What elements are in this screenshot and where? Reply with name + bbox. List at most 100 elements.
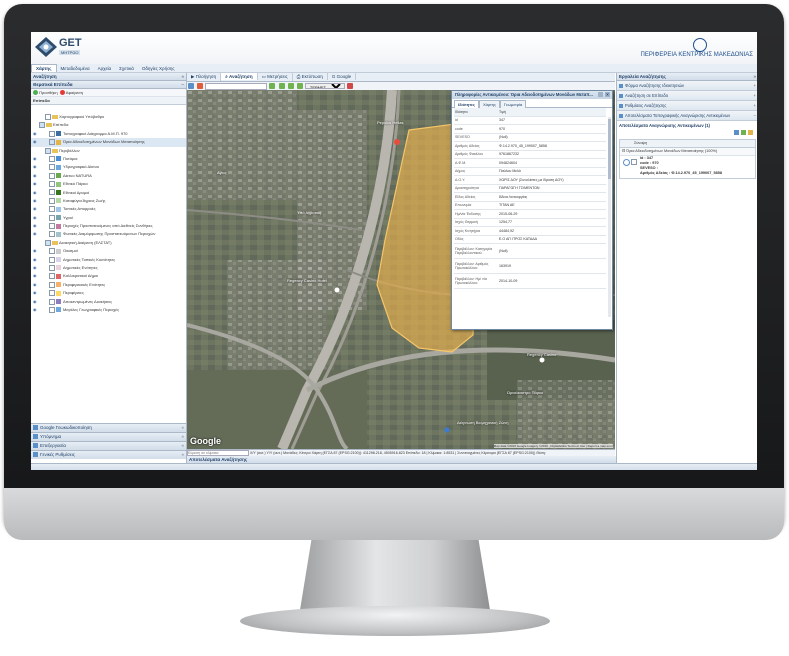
layer-checkbox[interactable]: [45, 147, 51, 154]
layer-checkbox[interactable]: [49, 264, 55, 271]
layer-checkbox[interactable]: [49, 197, 55, 204]
layer-checkbox[interactable]: [49, 181, 55, 188]
expand-icon[interactable]: «: [181, 451, 184, 459]
layer-tree-item[interactable]: Περιβάλλον: [31, 147, 186, 155]
menu-item-about[interactable]: Σχετικά: [115, 65, 138, 72]
clear-tool-icon[interactable]: [347, 83, 353, 89]
layer-tree-item[interactable]: ◉ Εθνικό Πάρκο: [31, 180, 186, 188]
map-view[interactable]: Pepsico Hellas Υπό Αγροτική Regency Casi…: [187, 90, 615, 449]
layer-tree-item[interactable]: ◉ Ποτάμια: [31, 155, 186, 163]
remove-layer-button[interactable]: Αφαίρεση: [66, 90, 83, 95]
layer-tree-item[interactable]: ◉ Περιοχές Προστατευόμενες από Διεθνείς Σ…: [31, 222, 186, 230]
tab-geometry[interactable]: Γεωμετρία: [499, 100, 527, 108]
layer-tool-icon[interactable]: [269, 83, 276, 89]
expand-icon[interactable]: +: [754, 91, 756, 100]
minimize-icon[interactable]: [598, 92, 603, 97]
layer-checkbox[interactable]: [49, 206, 55, 213]
tab-search[interactable]: ⌕ Αναζήτηση: [221, 73, 258, 80]
layer-checkbox[interactable]: [49, 223, 55, 230]
layer-tree-item[interactable]: ◉ Φυσικές Διαμόρφωσης Προστατευόμενων Περ…: [31, 230, 186, 238]
tab-measurements[interactable]: ▭ Μετρήσεις: [258, 73, 293, 81]
layer-tree-item[interactable]: ◉ Τοπικές Απορροές: [31, 205, 186, 213]
accordion-google-geocoding[interactable]: Google Γεωκωδικοποίηση «: [31, 423, 186, 432]
visibility-icon[interactable]: ◉: [33, 298, 39, 306]
layer-checkbox[interactable]: [39, 122, 45, 129]
layer-checkbox[interactable]: [49, 306, 55, 313]
visibility-icon[interactable]: ◉: [33, 306, 39, 314]
menu-item-map[interactable]: Χάρτης: [31, 64, 57, 72]
accordion-search-settings[interactable]: Ρυθμίσεις Αναζήτησης +: [617, 101, 757, 111]
visibility-icon[interactable]: ◉: [33, 247, 39, 255]
layer-checkbox[interactable]: [49, 281, 55, 288]
layer-checkbox[interactable]: [49, 214, 55, 221]
collapse-icon[interactable]: »: [753, 73, 756, 80]
layer-tree-item[interactable]: Διοικητική Διαίρεση (ΕΛΣΤΑΤ): [31, 239, 186, 247]
remove-icon[interactable]: [59, 90, 65, 96]
layer-checkbox[interactable]: [49, 256, 55, 263]
menu-item-help[interactable]: Οδηγίες Χρήσης: [138, 65, 179, 72]
visibility-icon[interactable]: ◉: [33, 130, 39, 138]
export-icon[interactable]: [741, 130, 746, 136]
layer-checkbox[interactable]: [49, 298, 55, 305]
layer-tree-item[interactable]: ◉ Περιφερειακές Ενότητες: [31, 281, 186, 289]
layer-tree-item[interactable]: ◉ Περιφέρειες: [31, 289, 186, 297]
grid-view-icon[interactable]: [734, 130, 739, 136]
expand-icon[interactable]: «: [181, 424, 184, 432]
expand-icon[interactable]: «: [181, 442, 184, 450]
layer-checkbox[interactable]: [45, 113, 51, 120]
visibility-icon[interactable]: ◉: [33, 163, 39, 171]
layer-tool-icon[interactable]: [287, 83, 294, 89]
visibility-icon[interactable]: ◉: [33, 205, 39, 213]
visibility-icon[interactable]: ◉: [33, 230, 39, 238]
visibility-icon[interactable]: ◉: [33, 138, 39, 146]
layer-tree-item[interactable]: ◉ Υδρογραφικό Δίκτυο: [31, 163, 186, 171]
visibility-icon[interactable]: ◉: [33, 256, 39, 264]
layer-tree-item[interactable]: ◉ Μεγάλες Γεωγραφικές Περιοχές: [31, 306, 186, 314]
expand-icon[interactable]: «: [181, 433, 184, 441]
visibility-icon[interactable]: ◉: [33, 214, 39, 222]
expand-icon[interactable]: +: [754, 101, 756, 110]
visibility-icon[interactable]: ◉: [33, 189, 39, 197]
tab-google[interactable]: G Google: [328, 73, 357, 80]
layer-checkbox[interactable]: [49, 189, 55, 196]
visibility-icon[interactable]: ◉: [33, 197, 39, 205]
layer-tree-item[interactable]: ◉ Εθνικοί Δρυμοί: [31, 189, 186, 197]
row-checkbox[interactable]: [631, 159, 637, 165]
layer-tree-item[interactable]: ◉ Οικισμοί: [31, 247, 186, 255]
layer-checkbox[interactable]: [49, 273, 55, 280]
layer-tree-item[interactable]: ◉ Υγροί: [31, 214, 186, 222]
visibility-icon[interactable]: ◉: [33, 281, 39, 289]
menu-item-files[interactable]: Αρχεία: [94, 65, 116, 72]
layer-tree-item[interactable]: ◉ Όρια Αδειοδοτημένων Μονάδων Μεταποίησης: [31, 138, 186, 147]
tab-print[interactable]: ⎙ Εκτύπωση: [293, 73, 328, 80]
layer-select[interactable]: ΤΕΡΜΕΣ: [304, 83, 345, 89]
collapse-icon[interactable]: –: [181, 81, 184, 88]
visibility-icon[interactable]: ◉: [33, 264, 39, 272]
layer-tree-item[interactable]: ◉ Δημοτικές Τοπικές Κοινότητες: [31, 256, 186, 264]
layer-tree-item[interactable]: ◉ Δημοτικές Ενότητες: [31, 264, 186, 272]
accordion-general-settings[interactable]: Γενικές Ρυθμίσεις «: [31, 450, 186, 459]
search-results-bar[interactable]: Αποτελέσματα Αναζήτησης: [187, 456, 617, 463]
layer-checkbox[interactable]: [49, 248, 55, 255]
layer-tree-item[interactable]: ◉ Δίκτυο NATURA: [31, 172, 186, 180]
layer-checkbox[interactable]: [49, 290, 55, 297]
visibility-icon[interactable]: ◉: [33, 180, 39, 188]
select-tool-icon[interactable]: [188, 83, 194, 89]
layer-tree-item[interactable]: ◉ Τοπογραφικό Διάγραμμα Α.Μ.Π. 970: [31, 130, 186, 138]
visibility-icon[interactable]: ◉: [33, 172, 39, 180]
expand-icon[interactable]: –: [754, 111, 756, 120]
grid-group-row[interactable]: ⊟ Όρια Αδειοδοτημένων Μονάδων Μεταποίηση…: [620, 148, 755, 156]
popup-scrollbar[interactable]: [608, 117, 611, 317]
grid-record-row[interactable]: id : 347 code : 970 SEVESO : Αριθμός Αδε…: [620, 156, 755, 178]
add-icon[interactable]: [33, 90, 38, 96]
zoom-to-icon[interactable]: [748, 130, 753, 136]
tab-navigation[interactable]: ▶ Πλοήγηση: [187, 73, 222, 81]
layer-tree-item[interactable]: ◉ Καλλικρατικοί Δήμοι: [31, 272, 186, 280]
search-box[interactable]: [205, 82, 268, 90]
accordion-identify-results[interactable]: Αποτελέσματα Τοπογραφικής Αναγνώρισης Αν…: [617, 111, 757, 121]
visibility-icon[interactable]: ◉: [33, 289, 39, 297]
visibility-icon[interactable]: ◉: [33, 272, 39, 280]
layer-tree-item[interactable]: Χαρτογραφικό Υπόβαθρο: [31, 113, 186, 121]
accordion-legend[interactable]: Υπόμνημα «: [31, 432, 186, 441]
layer-checkbox[interactable]: [49, 155, 55, 162]
